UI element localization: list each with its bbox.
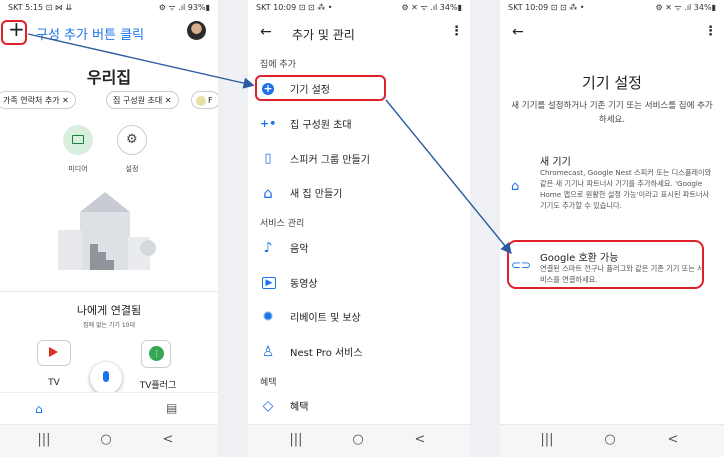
- menu-item-label: Nest Pro 서비스: [290, 348, 363, 359]
- divider: [0, 291, 218, 292]
- media-label: 미디어: [68, 165, 88, 173]
- connected-title: 나에게 연결됨: [76, 304, 142, 317]
- system-nav: ||| ○ <: [0, 424, 218, 457]
- option-description: Chromecast, Google Nest 스피커 또는 디스플레이와 같은…: [540, 168, 712, 210]
- tv-label: TV: [48, 378, 60, 388]
- plug-label: TV플러그: [139, 381, 177, 391]
- home-icon: ⌂: [511, 179, 520, 194]
- status-bar: SKT 5:15 ⊡ ⋈ ⇊ ⚙ ᯤ .ıl 93%▮: [0, 0, 218, 15]
- page-description: 새 기기를 설정하거나 기존 기기 또는 서비스를 집에 추가하세요.: [511, 101, 713, 125]
- person-add-icon: +•: [260, 117, 277, 130]
- page-title: 기기 설정: [582, 74, 642, 92]
- feed-tab-icon[interactable]: ▤: [166, 401, 177, 415]
- menu-item-label: 혜택: [290, 402, 309, 413]
- status-right: ⚙ ✕ ᯤ .ıl 34%▮: [401, 3, 462, 12]
- settings-button[interactable]: ⚙: [117, 125, 147, 155]
- recents-icon[interactable]: |||: [34, 432, 54, 447]
- plug-icon: ⋮: [149, 346, 164, 361]
- settings-label: 설정: [125, 165, 139, 173]
- reward-icon: ✹: [262, 309, 274, 325]
- phone-screen-device-setup: SKT 10:09 ⊡ ⊡ ⁂ • ⚙ ✕ ᯤ .ıl 34%▮ ← ⋮ 기기 …: [500, 0, 724, 457]
- home-nav-icon[interactable]: ○: [348, 432, 368, 447]
- section-benefits: 혜택: [260, 378, 277, 388]
- phone-screen-home: SKT 5:15 ⊡ ⋈ ⇊ ⚙ ᯤ .ıl 93%▮ + 구성 추가 버튼 클…: [0, 0, 218, 457]
- home-tab-icon[interactable]: ⌂: [35, 402, 43, 416]
- annotation-box-device-setup: [255, 75, 386, 101]
- home-icon: ⌂: [263, 184, 273, 202]
- bottom-bar: ⌂ ▤: [0, 392, 218, 426]
- video-icon: ▶: [262, 277, 276, 289]
- nest-pro-icon: ♙: [261, 344, 275, 360]
- option-title: 새 기기: [540, 157, 571, 168]
- back-icon[interactable]: <: [410, 432, 430, 447]
- annotation-box-plus: [1, 20, 27, 45]
- speaker-group-icon: ▯: [264, 151, 272, 166]
- menu-item-new-home[interactable]: ⌂ 새 집 만들기: [248, 176, 470, 210]
- tv-device-button[interactable]: [37, 340, 71, 366]
- connected-subtitle: 집에 없는 기기 10대: [83, 322, 135, 329]
- header-title: 구성 추가 버튼 클릭: [36, 28, 145, 43]
- chip-add-family[interactable]: 가족 연락처 추가 ✕: [0, 91, 76, 109]
- chip-more-icon: [196, 95, 206, 106]
- system-nav: ||| ○ <: [248, 424, 470, 457]
- status-left: SKT 10:09 ⊡ ⊡ ⁂ •: [508, 3, 585, 12]
- media-icon: [72, 135, 84, 144]
- avatar[interactable]: [187, 21, 206, 40]
- back-arrow-icon[interactable]: ←: [260, 24, 272, 40]
- tv-icon: [49, 347, 58, 357]
- menu-item-music[interactable]: ♪ 음악: [248, 231, 470, 265]
- menu-item-speaker-group[interactable]: ▯ 스피커 그룹 만들기: [248, 142, 470, 176]
- chip-invite-member[interactable]: 집 구성원 초대 ✕: [106, 91, 179, 109]
- section-service-manage: 서비스 관리: [260, 219, 305, 229]
- menu-item-label: 새 집 만들기: [290, 189, 343, 200]
- back-icon[interactable]: <: [663, 432, 683, 447]
- option-new-device[interactable]: ⌂ 새 기기 Chromecast, Google Nest 스피커 또는 디스…: [500, 152, 724, 232]
- status-left: SKT 10:09 ⊡ ⊡ ⁂ •: [256, 3, 333, 12]
- recents-icon[interactable]: |||: [537, 432, 557, 447]
- home-name: 우리집: [86, 68, 132, 87]
- chip-more[interactable]: F: [191, 91, 218, 109]
- back-arrow-icon[interactable]: ←: [512, 24, 524, 40]
- menu-item-label: 음악: [290, 244, 309, 255]
- system-nav: ||| ○ <: [500, 424, 724, 457]
- status-bar: SKT 10:09 ⊡ ⊡ ⁂ • ⚙ ✕ ᯤ .ıl 34%▮: [248, 0, 470, 15]
- status-right: ⚙ ᯤ .ıl 93%▮: [158, 3, 210, 12]
- page-title: 추가 및 관리: [292, 28, 355, 42]
- tag-icon: ◇: [262, 398, 274, 414]
- chip-more-label: F: [208, 96, 213, 105]
- status-bar: SKT 10:09 ⊡ ⊡ ⁂ • ⚙ ✕ ᯤ .ıl 34%▮: [500, 0, 724, 15]
- menu-item-nest-pro[interactable]: ♙ Nest Pro 서비스: [248, 335, 470, 369]
- home-illustration: [58, 192, 156, 270]
- phone-screen-add-manage: SKT 10:09 ⊡ ⊡ ⁂ • ⚙ ✕ ᯤ .ıl 34%▮ ← 추가 및 …: [248, 0, 470, 457]
- menu-item-label: 스피커 그룹 만들기: [290, 155, 370, 166]
- menu-item-invite-member[interactable]: +• 집 구성원 초대: [248, 107, 470, 141]
- plug-device-button[interactable]: ⋮: [141, 340, 171, 368]
- status-left: SKT 5:15 ⊡ ⋈ ⇊: [8, 3, 73, 12]
- music-icon: ♪: [263, 240, 273, 256]
- recents-icon[interactable]: |||: [286, 432, 306, 447]
- home-nav-icon[interactable]: ○: [96, 432, 116, 447]
- back-icon[interactable]: <: [158, 432, 178, 447]
- more-menu-icon[interactable]: ⋮: [704, 24, 717, 39]
- section-add-home: 집에 추가: [260, 60, 296, 70]
- menu-item-video[interactable]: ▶ 동영상: [248, 266, 470, 300]
- menu-item-label: 리베이트 및 보상: [290, 313, 361, 324]
- more-menu-icon[interactable]: ⋮: [450, 24, 463, 39]
- mic-button[interactable]: [90, 362, 122, 394]
- home-nav-icon[interactable]: ○: [600, 432, 620, 447]
- menu-item-benefits[interactable]: ◇ 혜택: [248, 389, 470, 423]
- menu-item-label: 집 구성원 초대: [290, 120, 352, 131]
- annotation-box-google-compatible: [507, 240, 704, 289]
- media-button[interactable]: [63, 125, 93, 155]
- menu-item-label: 동영상: [290, 279, 318, 290]
- status-right: ⚙ ✕ ᯤ .ıl 34%▮: [655, 3, 716, 12]
- menu-item-rebate[interactable]: ✹ 리베이트 및 보상: [248, 300, 470, 334]
- gear-icon: ⚙: [126, 132, 138, 147]
- mic-icon: [103, 371, 109, 382]
